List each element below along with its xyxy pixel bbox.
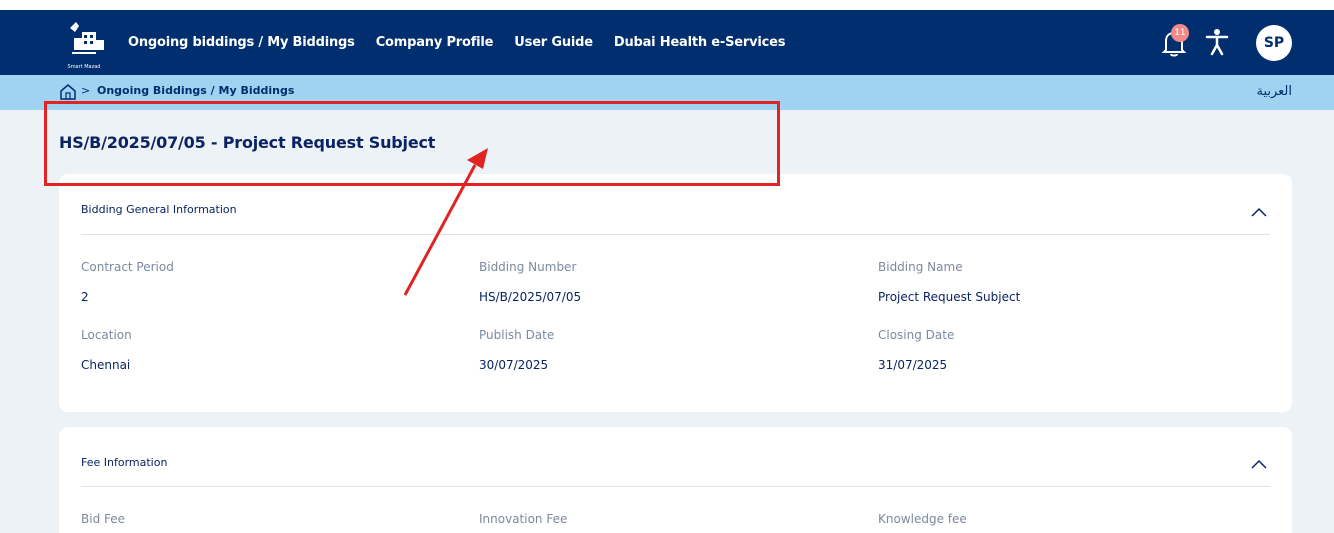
nav-user-guide[interactable]: User Guide [514, 35, 593, 50]
breadcrumb-current[interactable]: Ongoing Biddings / My Biddings [97, 84, 294, 97]
user-avatar[interactable]: SP [1256, 25, 1292, 61]
nav-company-profile[interactable]: Company Profile [376, 35, 494, 50]
field-label: Bidding Name [878, 260, 963, 274]
card-title: Fee Information [81, 456, 168, 469]
bidding-general-info-card: Bidding General Information Contract Per… [59, 174, 1292, 412]
card-divider [81, 486, 1270, 487]
top-navigation-bar: Smart Mazad Ongoing biddings / My Biddin… [0, 10, 1334, 75]
chevron-up-icon[interactable] [1251, 459, 1267, 469]
notification-badge: 11 [1171, 24, 1189, 42]
field-label: Location [81, 328, 132, 342]
logo-caption: Smart Mazad [67, 64, 101, 70]
main-nav: Ongoing biddings / My Biddings Company P… [128, 10, 785, 75]
field-value: 2 [81, 290, 89, 304]
nav-ongoing-biddings[interactable]: Ongoing biddings / My Biddings [128, 35, 355, 50]
field-label: Publish Date [479, 328, 555, 342]
card-divider [81, 234, 1270, 235]
field-label: Contract Period [81, 260, 174, 274]
chevron-up-icon[interactable] [1251, 207, 1267, 217]
card-title: Bidding General Information [81, 203, 237, 216]
language-toggle[interactable]: العربية [1256, 84, 1292, 99]
smart-mazad-logo-icon[interactable] [62, 18, 106, 66]
field-label: Closing Date [878, 328, 955, 342]
field-value: Project Request Subject [878, 290, 1021, 304]
annotation-highlight-box [44, 101, 780, 186]
field-value: Chennai [81, 358, 131, 372]
field-value: 30/07/2025 [479, 358, 549, 372]
breadcrumb-separator: > [81, 84, 91, 97]
fee-info-card: Fee Information Bid Fee Innovation Fee K… [59, 427, 1292, 533]
field-label: Innovation Fee [479, 512, 568, 526]
field-value: HS/B/2025/07/05 [479, 290, 582, 304]
accessibility-icon[interactable] [1205, 28, 1229, 56]
home-icon[interactable] [60, 83, 76, 101]
field-label: Knowledge fee [878, 512, 967, 526]
nav-dubai-health-eservices[interactable]: Dubai Health e-Services [614, 35, 786, 50]
field-label: Bidding Number [479, 260, 577, 274]
field-value: 31/07/2025 [878, 358, 948, 372]
field-label: Bid Fee [81, 512, 126, 526]
